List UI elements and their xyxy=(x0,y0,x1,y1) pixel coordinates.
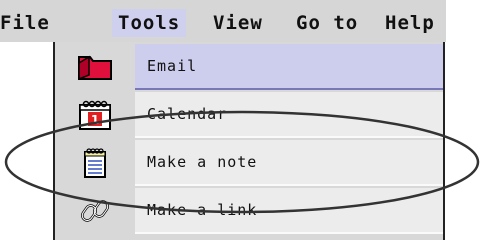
notepad-icon xyxy=(55,140,135,186)
menu-item-label: Make a link xyxy=(147,201,258,219)
menu-help[interactable]: Help xyxy=(385,9,435,37)
menu-item-calendar[interactable]: 1 Calendar xyxy=(55,92,443,138)
menu-view[interactable]: View xyxy=(213,9,263,37)
menu-item-email[interactable]: Email xyxy=(55,44,443,90)
menu-item-label: Make a note xyxy=(147,153,258,171)
menu-item-make-a-note[interactable]: Make a note xyxy=(55,140,443,186)
calendar-icon: 1 xyxy=(55,92,135,138)
tools-dropdown-menu: Email 1 Calendar Make a note Make a link xyxy=(53,42,445,240)
menu-file[interactable]: File xyxy=(0,9,50,37)
menu-item-label: Email xyxy=(147,57,198,75)
link-icon xyxy=(55,188,135,234)
calendar-day-number: 1 xyxy=(91,113,99,127)
menu-tools[interactable]: Tools xyxy=(112,9,187,37)
menu-bar: File Tools View Go to Help xyxy=(0,0,446,42)
menu-item-make-a-link[interactable]: Make a link xyxy=(55,188,443,234)
menu-go-to[interactable]: Go to xyxy=(296,9,358,37)
email-folder-icon xyxy=(55,44,135,90)
menu-item-label: Calendar xyxy=(147,105,228,123)
